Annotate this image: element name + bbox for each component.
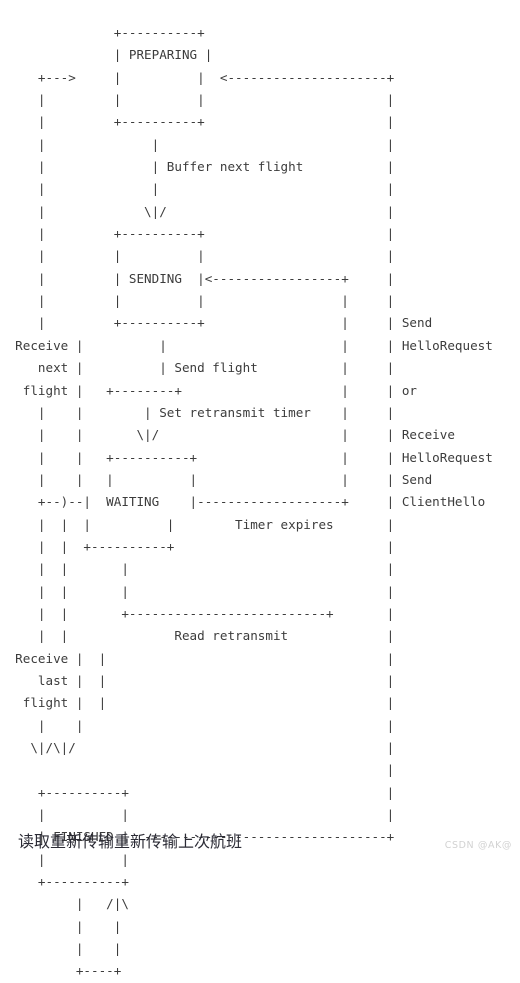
- caption-bar: 读取重新传输重新传输上次航班 CSDN @AK@: [0, 826, 520, 868]
- caption-text: 读取重新传输重新传输上次航班: [18, 832, 243, 851]
- watermark-label: CSDN @AK@: [444, 840, 512, 851]
